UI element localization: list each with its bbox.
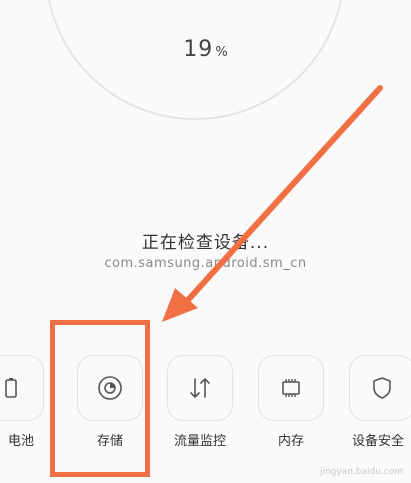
- data-usage-label: 流量监控: [173, 434, 226, 449]
- scan-percent: 19%: [0, 37, 411, 62]
- scan-status-subtitle: com.samsung.android.sm_cn: [104, 256, 307, 271]
- scan-percent-unit: %: [215, 45, 228, 60]
- scan-percent-value: 19: [183, 37, 214, 62]
- shield-icon: [368, 374, 396, 402]
- battery-label: 电池: [7, 434, 34, 449]
- device-care-screen: 19% 正在检查设备... com.samsung.android.sm_cn …: [0, 0, 411, 483]
- battery-tile[interactable]: [0, 355, 44, 421]
- battery-icon: [0, 375, 24, 401]
- data-usage-tile[interactable]: [167, 355, 233, 421]
- memory-label: 内存: [277, 434, 304, 449]
- security-label: 设备安全: [352, 434, 405, 449]
- memory-tile[interactable]: [258, 355, 324, 421]
- highlight-box: [50, 320, 150, 477]
- security-tile[interactable]: [349, 355, 411, 421]
- scan-status-title: 正在检查设备...: [141, 233, 270, 253]
- watermark: jingyan.baidu.com: [319, 467, 403, 477]
- memory-chip-icon: [277, 374, 305, 402]
- data-usage-icon: [186, 374, 214, 402]
